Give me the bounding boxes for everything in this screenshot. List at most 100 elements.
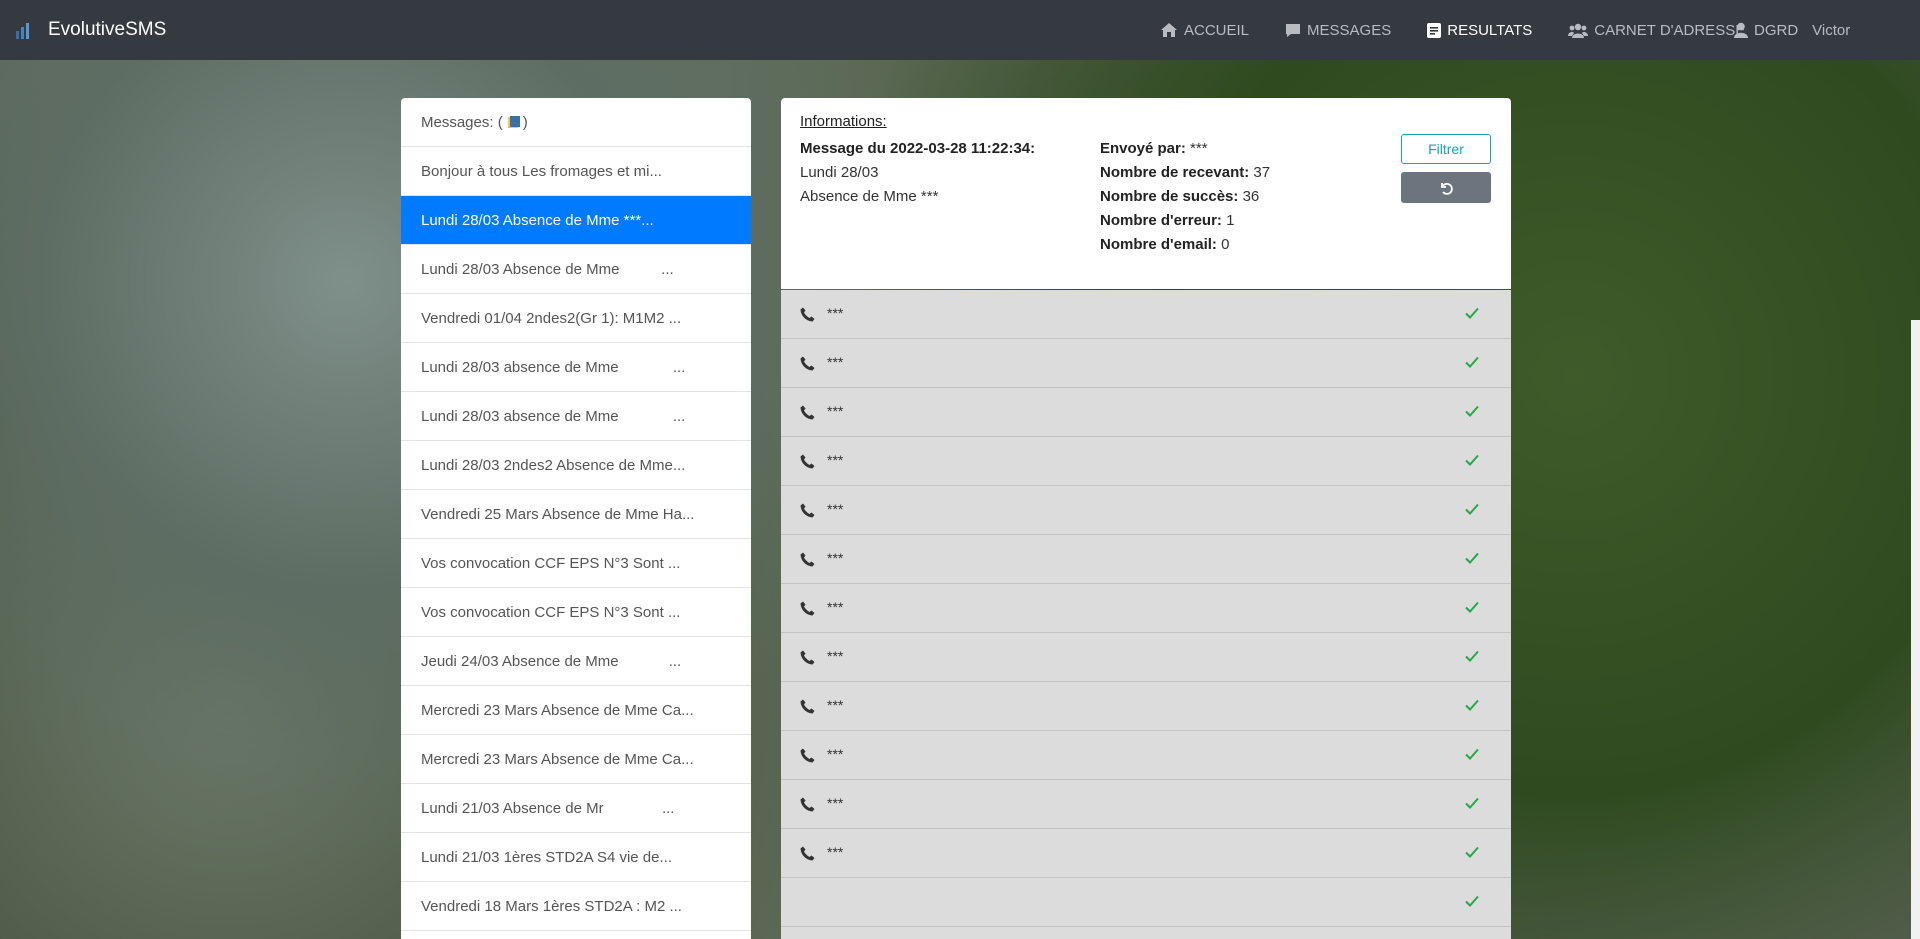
home-icon	[1161, 23, 1177, 37]
message-list-item[interactable]: Vendredi 18 Mars 1ères STD2A : M2 ...	[401, 882, 751, 931]
result-row	[781, 878, 1511, 927]
message-items: Bonjour à tous Les fromages et mi... Lund…	[401, 147, 751, 931]
brand[interactable]: EvolutiveSMS	[14, 19, 166, 41]
message-stats: Envoyé par: *** Nombre de recevant: 37 N…	[1100, 137, 1270, 257]
comment-icon	[1286, 23, 1301, 37]
phone-icon	[800, 552, 815, 567]
result-row: ***	[781, 290, 1511, 339]
message-list-item[interactable]: Lundi 28/03 Absence de Mme ***...	[401, 196, 751, 245]
check-icon	[1465, 797, 1479, 809]
result-row: ***	[781, 829, 1511, 878]
message-list-item[interactable]: Jeudi 24/03 Absence de Mme ...	[401, 637, 751, 686]
check-icon	[1465, 895, 1479, 907]
check-icon	[1465, 699, 1479, 711]
result-number: ***	[827, 452, 844, 468]
phone-icon	[800, 405, 815, 420]
result-number: ***	[827, 501, 844, 517]
stat-errors: Nombre d'erreur: 1	[1100, 209, 1270, 233]
message-list-item[interactable]: Mercredi 23 Mars Absence de Mme Ca...	[401, 735, 751, 784]
message-list-item[interactable]: Vendredi 25 Mars Absence de Mme Ha...	[401, 490, 751, 539]
check-icon	[1465, 454, 1479, 466]
phone-icon	[800, 797, 815, 812]
phone-icon	[800, 454, 815, 469]
stat-value: 0	[1221, 236, 1230, 253]
message-list-item[interactable]: Lundi 28/03 absence de Mme ...	[401, 392, 751, 441]
filter-button[interactable]: Filtrer	[1401, 134, 1491, 164]
info-panel: Informations: Message du 2022-03-28 11:2…	[781, 98, 1511, 289]
message-line-1: Lundi 28/03	[800, 164, 879, 181]
message-list-item[interactable]: Lundi 28/03 2ndes2 Absence de Mme...	[401, 441, 751, 490]
message-list: Messages: ( ) Bonjour à tous Les fromage…	[401, 98, 751, 939]
folder-icon	[507, 115, 520, 128]
result-row: ***	[781, 633, 1511, 682]
message-list-header-prefix: Messages: (	[421, 113, 503, 131]
check-icon	[1465, 748, 1479, 760]
stat-value: 1	[1226, 212, 1235, 229]
nav-item-accueil[interactable]: ACCUEIL	[1160, 22, 1249, 39]
check-icon	[1465, 356, 1479, 368]
stat-label: Nombre de succès:	[1100, 188, 1239, 205]
phone-icon	[800, 748, 815, 763]
message-list-item[interactable]: Lundi 21/03 Absence de Mr ...	[401, 784, 751, 833]
stat-emails: Nombre d'email: 0	[1100, 233, 1270, 257]
message-details: Message du 2022-03-28 11:22:34: Lundi 28…	[800, 137, 1035, 209]
result-number: ***	[827, 746, 844, 762]
result-row: ***	[781, 388, 1511, 437]
nav-item-label: RESULTATS	[1447, 21, 1533, 39]
result-number: ***	[827, 648, 844, 664]
message-list-item[interactable]: Vos convocation CCF EPS N°3 Sont ...	[401, 539, 751, 588]
stat-value: ***	[1190, 140, 1208, 157]
stat-label: Nombre d'erreur:	[1100, 212, 1222, 229]
result-row: ***	[781, 437, 1511, 486]
result-row: ***	[781, 731, 1511, 780]
message-list-header: Messages: ( )	[401, 98, 751, 147]
stat-label: Nombre de recevant:	[1100, 164, 1250, 181]
message-list-item[interactable]: Lundi 28/03 Absence de Mme ...	[401, 245, 751, 294]
result-number: ***	[827, 305, 844, 321]
result-row: ***	[781, 535, 1511, 584]
user-role: DGRD	[1754, 21, 1799, 39]
result-number: ***	[827, 550, 844, 566]
result-number: ***	[827, 599, 844, 615]
message-list-header-suffix: )	[522, 113, 528, 131]
page-scrollbar[interactable]	[1911, 320, 1920, 939]
message-list-item[interactable]: Lundi 28/03 absence de Mme ...	[401, 343, 751, 392]
phone-icon	[800, 601, 815, 616]
stat-value: 37	[1253, 164, 1271, 181]
message-list-item[interactable]: Lundi 21/03 1ères STD2A S4 vie de...	[401, 833, 751, 882]
check-icon	[1465, 601, 1479, 613]
stat-value: 36	[1242, 188, 1260, 205]
message-list-item[interactable]: Bonjour à tous Les fromages et mi...	[401, 147, 751, 196]
message-list-item[interactable]: Mercredi 23 Mars Absence de Mme Ca...	[401, 686, 751, 735]
reset-button[interactable]	[1401, 172, 1491, 203]
phone-icon	[800, 699, 815, 714]
user-menu[interactable]: DGRD Victor	[1734, 0, 1850, 60]
undo-icon	[1441, 182, 1453, 195]
results-list: *** *** *** *** *** *** *** *** *** *** *** ***	[781, 290, 1511, 939]
phone-icon	[800, 846, 815, 861]
nav-item-resultats[interactable]: RESULTATS	[1427, 22, 1532, 39]
message-date-label: Message du 2022-03-28 11:22:34:	[800, 140, 1036, 157]
stat-sent-by: Envoyé par: ***	[1100, 137, 1270, 161]
info-title: Informations:	[800, 113, 887, 130]
result-number: ***	[827, 795, 844, 811]
phone-icon	[800, 650, 815, 665]
check-icon	[1465, 846, 1479, 858]
stat-recipients: Nombre de recevant: 37	[1100, 161, 1270, 185]
phone-icon	[800, 356, 815, 371]
user-icon	[1734, 22, 1748, 38]
result-row: ***	[781, 339, 1511, 388]
stat-success: Nombre de succès: 36	[1100, 185, 1270, 209]
message-list-item[interactable]: Vendredi 01/04 2ndes2(Gr 1): M1M2 ...	[401, 294, 751, 343]
nav-item-label: CARNET D'ADRESSE	[1594, 21, 1746, 39]
message-list-item[interactable]: Vos convocation CCF EPS N°3 Sont ...	[401, 588, 751, 637]
nav-item-carnet[interactable]: CARNET D'ADRESSE	[1568, 22, 1745, 39]
check-icon	[1465, 503, 1479, 515]
users-icon	[1568, 23, 1589, 38]
check-icon	[1465, 405, 1479, 417]
stat-label: Envoyé par:	[1100, 140, 1186, 157]
brand-name: EvolutiveSMS	[48, 19, 167, 40]
navbar: EvolutiveSMS ACCUEIL MESSAGES RESULTATS …	[0, 0, 1920, 60]
nav-item-label: ACCUEIL	[1184, 21, 1250, 39]
nav-item-messages[interactable]: MESSAGES	[1285, 22, 1391, 39]
